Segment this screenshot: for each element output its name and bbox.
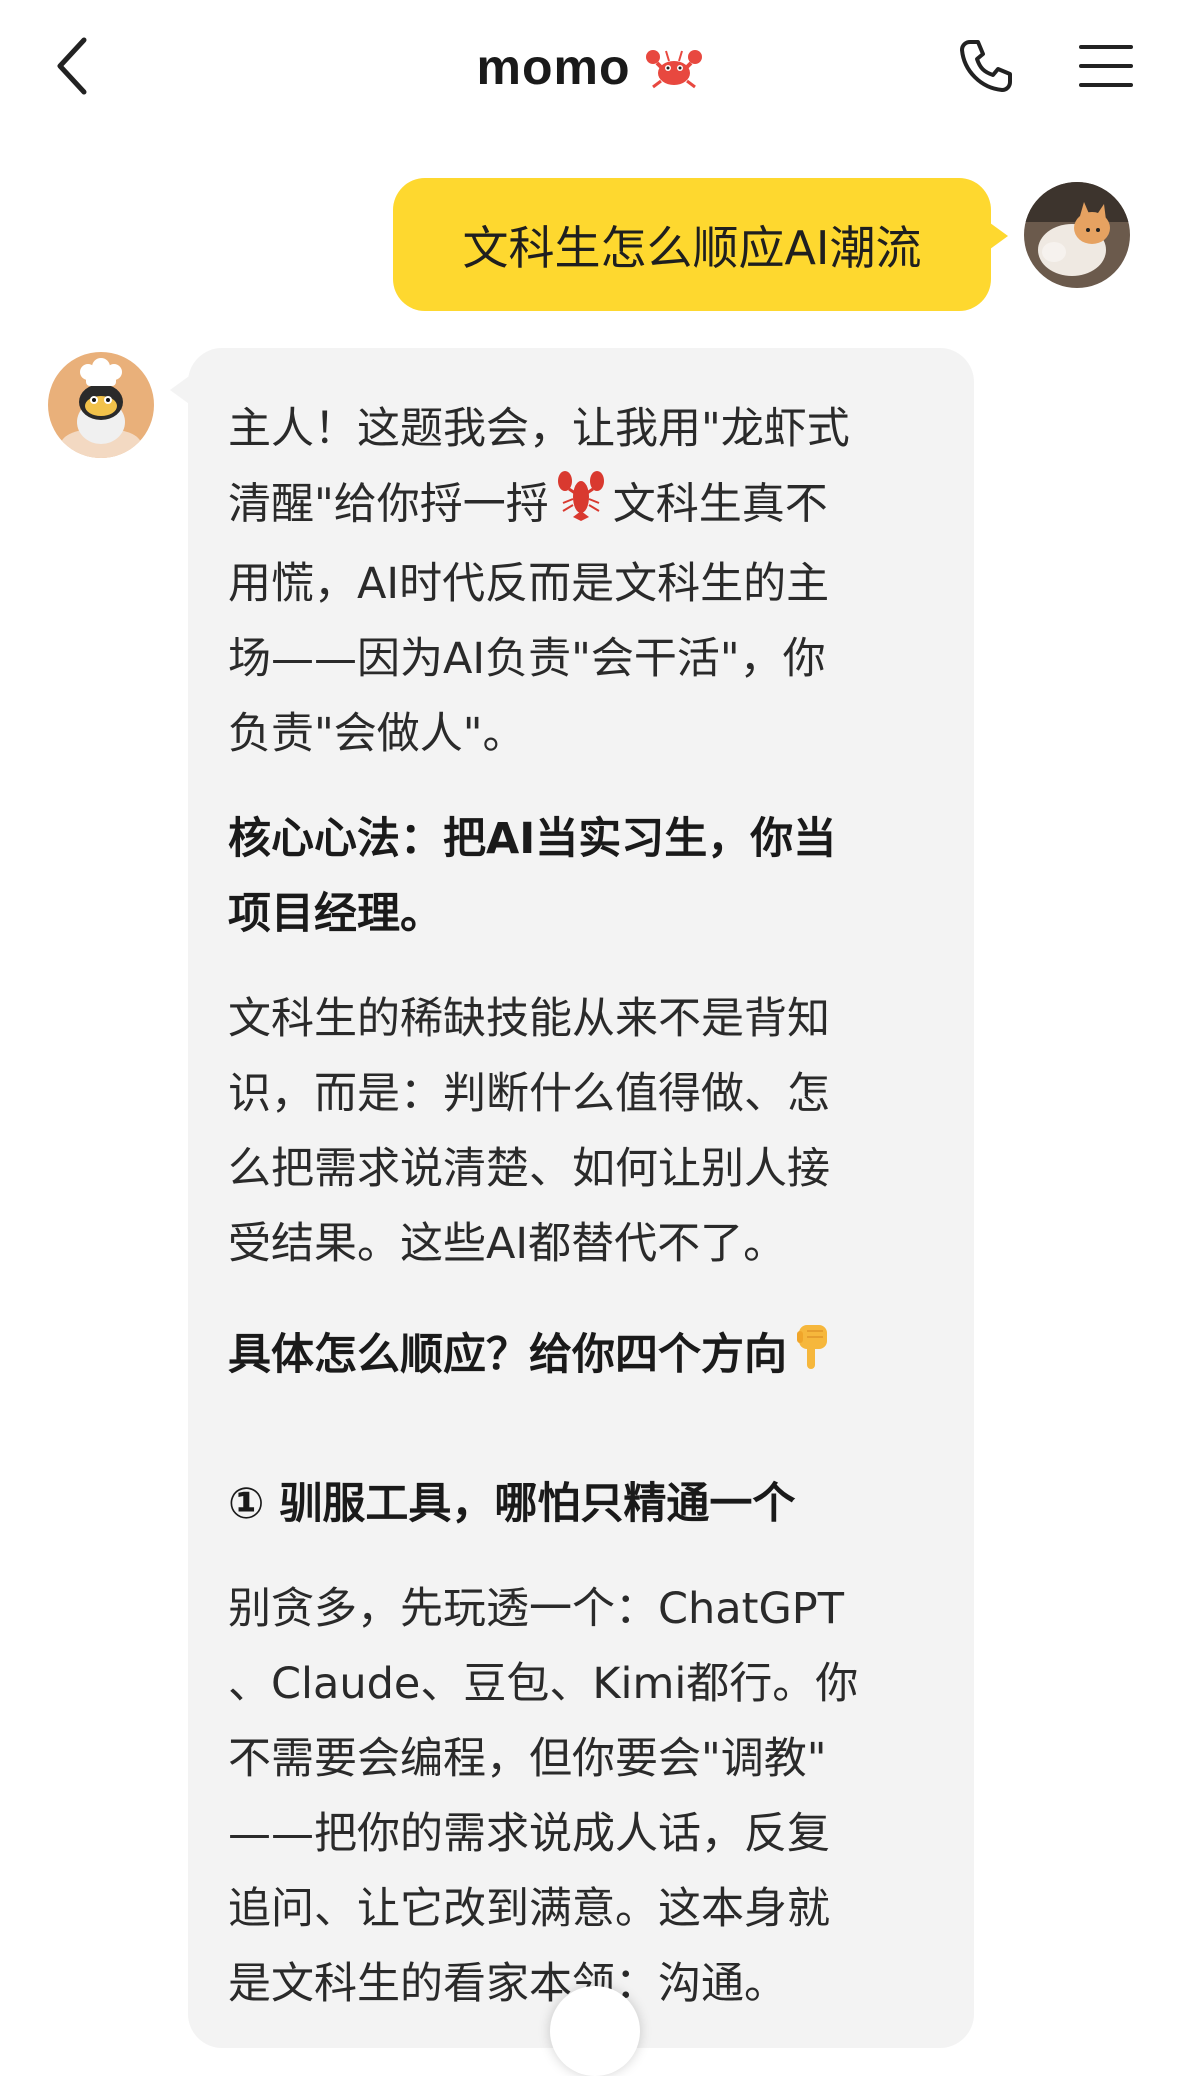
- bot-intro-line-text: 文科生真不: [612, 479, 828, 530]
- bot-message-bubble[interactable]: 主人！这题我会，让我用"龙虾式 清醒"给你捋一捋 文科生真不 用慌，AI时代反而…: [188, 348, 974, 2048]
- point1-line: 追问、让它改到满意。这本身就: [228, 1884, 830, 1934]
- bot-intro-line: 场——因为AI负责"会干活"，你: [228, 634, 826, 684]
- bot-intro-line: 清醒"给你捋一捋 文科生真不: [228, 467, 940, 547]
- bot-avatar[interactable]: [48, 352, 154, 458]
- core-method-line: 核心心法：把AI当实习生，你当: [228, 814, 837, 864]
- scroll-to-bottom-button[interactable]: [550, 1986, 640, 2076]
- skill-line: 识，而是：判断什么值得做、怎: [228, 1069, 830, 1119]
- call-button[interactable]: [950, 30, 1022, 102]
- point1-line: 不需要会编程，但你要会"调教": [228, 1734, 827, 1784]
- cat-avatar: [1024, 182, 1130, 288]
- pointing-down-icon: [793, 1320, 833, 1395]
- skill-line: 文科生的稀缺技能从来不是背知: [228, 994, 830, 1044]
- user-message-text: 文科生怎么顺应AI潮流: [462, 220, 922, 275]
- menu-icon: [1079, 45, 1133, 87]
- crab-icon: [645, 50, 702, 89]
- bot-message-content: 主人！这题我会，让我用"龙虾式 清醒"给你捋一捋 文科生真不 用慌，AI时代反而…: [228, 392, 940, 2022]
- bot-intro-line: 主人！这题我会，让我用"龙虾式: [228, 404, 850, 454]
- bot-intro-line: 用慌，AI时代反而是文科生的主: [228, 559, 830, 609]
- user-avatar[interactable]: [1024, 182, 1130, 288]
- phone-icon: [960, 40, 1012, 92]
- skill-line: 么把需求说清楚、如何让别人接: [228, 1144, 830, 1194]
- bot-intro-line-text: 清醒"给你捋一捋: [228, 479, 549, 530]
- directions-heading-text: 具体怎么顺应？给你四个方向: [228, 1330, 787, 1380]
- bee-chef-avatar: [48, 352, 154, 458]
- user-bubble-tail: [986, 220, 1008, 252]
- user-message-row: 文科生怎么顺应AI潮流: [0, 178, 1179, 313]
- directions-heading: 具体怎么顺应？给你四个方向: [228, 1318, 940, 1395]
- point1-line: 别贪多，先玩透一个：ChatGPT: [228, 1584, 845, 1634]
- lobster-icon: [555, 467, 607, 547]
- chat-title: momo: [476, 39, 631, 95]
- point1-title: ① 驯服工具，哪怕只精通一个: [228, 1479, 796, 1529]
- core-method-line: 项目经理。: [228, 889, 443, 939]
- point1-line: 、Claude、豆包、Kimi都行。你: [228, 1659, 859, 1709]
- chat-header: momo: [0, 0, 1179, 140]
- skill-line: 受结果。这些AI都替代不了。: [228, 1219, 787, 1269]
- user-message-bubble[interactable]: 文科生怎么顺应AI潮流: [393, 178, 991, 311]
- menu-button[interactable]: [1070, 32, 1142, 100]
- point1-line: ——把你的需求说成人话，反复: [228, 1809, 830, 1859]
- bot-intro-line: 负责"会做人"。: [228, 709, 526, 759]
